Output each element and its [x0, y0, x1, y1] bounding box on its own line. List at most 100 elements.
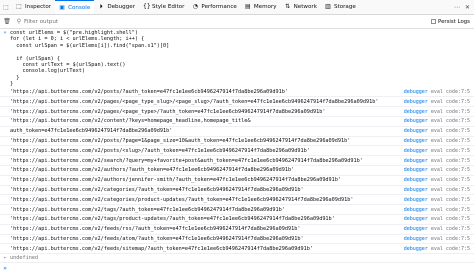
- log-row: 'https://api.buttercms.com/v2/posts/<slu…: [0, 146, 474, 157]
- log-location-eval: eval code:7:5: [430, 89, 470, 96]
- tab-style-editor[interactable]: {} Style Editor: [139, 0, 188, 14]
- element-picker-icon[interactable]: ⬚: [0, 0, 12, 14]
- tab-label: Console: [68, 4, 91, 11]
- log-location-eval: eval code:7:5: [430, 157, 470, 164]
- tab-label: Storage: [333, 4, 356, 10]
- network-icon: ⇅: [285, 3, 291, 10]
- log-location-link[interactable]: debugger eval code:7:5: [404, 148, 470, 154]
- log-message: 'https://api.buttercms.com/v2/feeds/rss/…: [10, 226, 301, 233]
- filter-icon: ⚲: [16, 18, 22, 25]
- log-location-link[interactable]: debugger eval code:7:5: [404, 89, 470, 95]
- tab-label: Inspector: [25, 4, 52, 10]
- tab-memory[interactable]: ▤ Memory: [241, 0, 281, 14]
- log-location-eval: eval code:7:5: [430, 98, 470, 105]
- filter-input[interactable]: Filter output: [24, 19, 58, 25]
- performance-icon: ◔: [192, 3, 199, 10]
- log-message: 'https://api.buttercms.com/v2/posts/<slu…: [10, 147, 310, 154]
- console-input-row[interactable]: »: [0, 263, 474, 273]
- log-location-link[interactable]: debugger eval code:7:5: [404, 216, 470, 222]
- log-location-eval: eval code:7:5: [430, 187, 470, 193]
- log-message: 'https://api.buttercms.com/v2/categories…: [10, 196, 354, 203]
- result-arrow-icon: ←: [3, 255, 7, 262]
- log-message: 'https://api.buttercms.com/v2/pages/<pag…: [10, 108, 326, 115]
- style-editor-icon: {}: [143, 3, 151, 10]
- log-location-link[interactable]: debugger eval code:7:5: [404, 99, 470, 105]
- log-message: 'https://api.buttercms.com/v2/content/?k…: [10, 118, 251, 125]
- log-location-eval: eval code:7:5: [430, 118, 470, 125]
- log-location-label: debugger: [403, 216, 428, 223]
- storage-icon: ▥: [325, 3, 331, 10]
- log-location-link[interactable]: debugger eval code:7:5: [404, 128, 470, 134]
- debugger-icon: ⏵: [99, 3, 103, 10]
- log-location-eval: eval code:7:5: [430, 108, 470, 115]
- code-line: const urlSpan = $(urlElems[i]).find("spa…: [10, 42, 170, 49]
- log-row: 'https://api.buttercms.com/v2/tags/produ…: [0, 215, 474, 225]
- log-location-label: debugger: [403, 108, 428, 115]
- log-location-label: debugger: [403, 147, 428, 154]
- log-location-link[interactable]: debugger eval code:7:5: [404, 246, 470, 252]
- tab-label: Debugger: [107, 4, 135, 10]
- log-message: 'https://api.buttercms.com/v2/tags/?auth…: [10, 206, 285, 213]
- persist-logs-label: Persist Logs: [438, 18, 470, 25]
- log-location-link[interactable]: debugger eval code:7:5: [404, 187, 470, 193]
- tab-label: Performance: [201, 4, 237, 10]
- inspector-icon: ⬚: [16, 3, 22, 10]
- log-location-eval: eval code:7:5: [430, 216, 470, 223]
- log-location-eval: eval code:7:5: [430, 196, 470, 203]
- close-icon[interactable]: ✕: [465, 4, 470, 11]
- log-location-label: debugger: [403, 98, 428, 105]
- log-row: 'https://api.buttercms.com/v2/feeds/rss/…: [0, 225, 474, 235]
- tab-inspector[interactable]: ⬚ Inspector: [12, 0, 55, 14]
- log-location-link[interactable]: debugger eval code:7:5: [404, 236, 470, 242]
- clear-console-icon[interactable]: 🗑: [0, 18, 14, 25]
- toolbar-controls: ⋯ ✕: [454, 0, 470, 14]
- log-location-eval: eval code:7:5: [430, 245, 470, 252]
- log-location-label: debugger: [403, 196, 428, 203]
- log-location-link[interactable]: debugger eval code:7:5: [404, 226, 470, 232]
- log-message: 'https://api.buttercms.com/v2/feeds/site…: [10, 245, 313, 252]
- log-location-link[interactable]: debugger eval code:7:5: [404, 197, 470, 203]
- log-location-eval: eval code:7:5: [430, 235, 470, 242]
- log-location-eval: eval code:7:5: [430, 177, 470, 184]
- persist-logs-toggle[interactable]: Persist Logs: [431, 15, 470, 28]
- log-location-link[interactable]: debugger eval code:7:5: [404, 167, 470, 173]
- log-location-link[interactable]: debugger eval code:7:5: [404, 138, 470, 144]
- tab-network[interactable]: ⇅ Network: [281, 0, 321, 14]
- log-location-label: debugger: [403, 167, 428, 174]
- log-location-link[interactable]: debugger eval code:7:5: [404, 177, 470, 183]
- log-location-link[interactable]: debugger eval code:7:5: [404, 109, 470, 115]
- tab-label: Style Editor: [152, 4, 185, 10]
- input-prompt-icon: »: [3, 30, 7, 36]
- log-row: auth_token=e47fc1e1ee6cb9496247914f7da8b…: [0, 127, 474, 137]
- more-options-icon[interactable]: ⋯: [454, 4, 460, 11]
- memory-icon: ▤: [245, 3, 251, 10]
- log-row: 'https://api.buttercms.com/v2/content/?k…: [0, 117, 474, 127]
- input-prompt-icon: »: [3, 264, 7, 272]
- log-message: 'https://api.buttercms.com/v2/pages/<pag…: [10, 98, 379, 105]
- log-location-link[interactable]: debugger eval code:7:5: [404, 207, 470, 213]
- result-value: undefined: [10, 255, 39, 262]
- persist-logs-checkbox[interactable]: [431, 19, 437, 24]
- console-filter-bar: 🗑 ⚲ Filter output Persist Logs: [0, 15, 474, 29]
- log-location-link[interactable]: debugger eval code:7:5: [404, 118, 470, 124]
- log-location-label: debugger: [403, 157, 428, 164]
- log-location-label: debugger: [403, 245, 428, 252]
- log-location-label: debugger: [403, 226, 428, 233]
- log-row: 'https://api.buttercms.com/v2/authors/je…: [0, 176, 474, 186]
- log-location-eval: eval code:7:5: [430, 226, 470, 233]
- log-location-eval: eval code:7:5: [430, 147, 470, 154]
- log-message: auth_token=e47fc1e1ee6cb9496247914f7da8b…: [10, 128, 173, 135]
- log-location-eval: eval code:7:5: [430, 167, 470, 174]
- log-location-link[interactable]: debugger eval code:7:5: [404, 158, 470, 164]
- devtools-toolbar: ⬚ ⬚ Inspector ▣ Console ⏵ Debugger{} Style Edi…: [0, 0, 474, 15]
- tab-console[interactable]: ▣ Console: [55, 0, 95, 14]
- log-location-label: debugger: [403, 138, 428, 145]
- tab-debugger[interactable]: ⏵ Debugger: [94, 0, 139, 14]
- tab-performance[interactable]: ◔ Performance: [188, 0, 240, 14]
- tab-storage[interactable]: ▥ Storage: [321, 0, 360, 14]
- console-output: » const urlElems = $("pre.highlight.shel…: [0, 29, 474, 273]
- log-message: 'https://api.buttercms.com/v2/posts/?aut…: [10, 89, 288, 96]
- log-row: 'https://api.buttercms.com/v2/categories…: [0, 195, 474, 206]
- console-icon: ▣: [59, 3, 65, 11]
- log-row: 'https://api.buttercms.com/v2/posts/?aut…: [0, 88, 474, 98]
